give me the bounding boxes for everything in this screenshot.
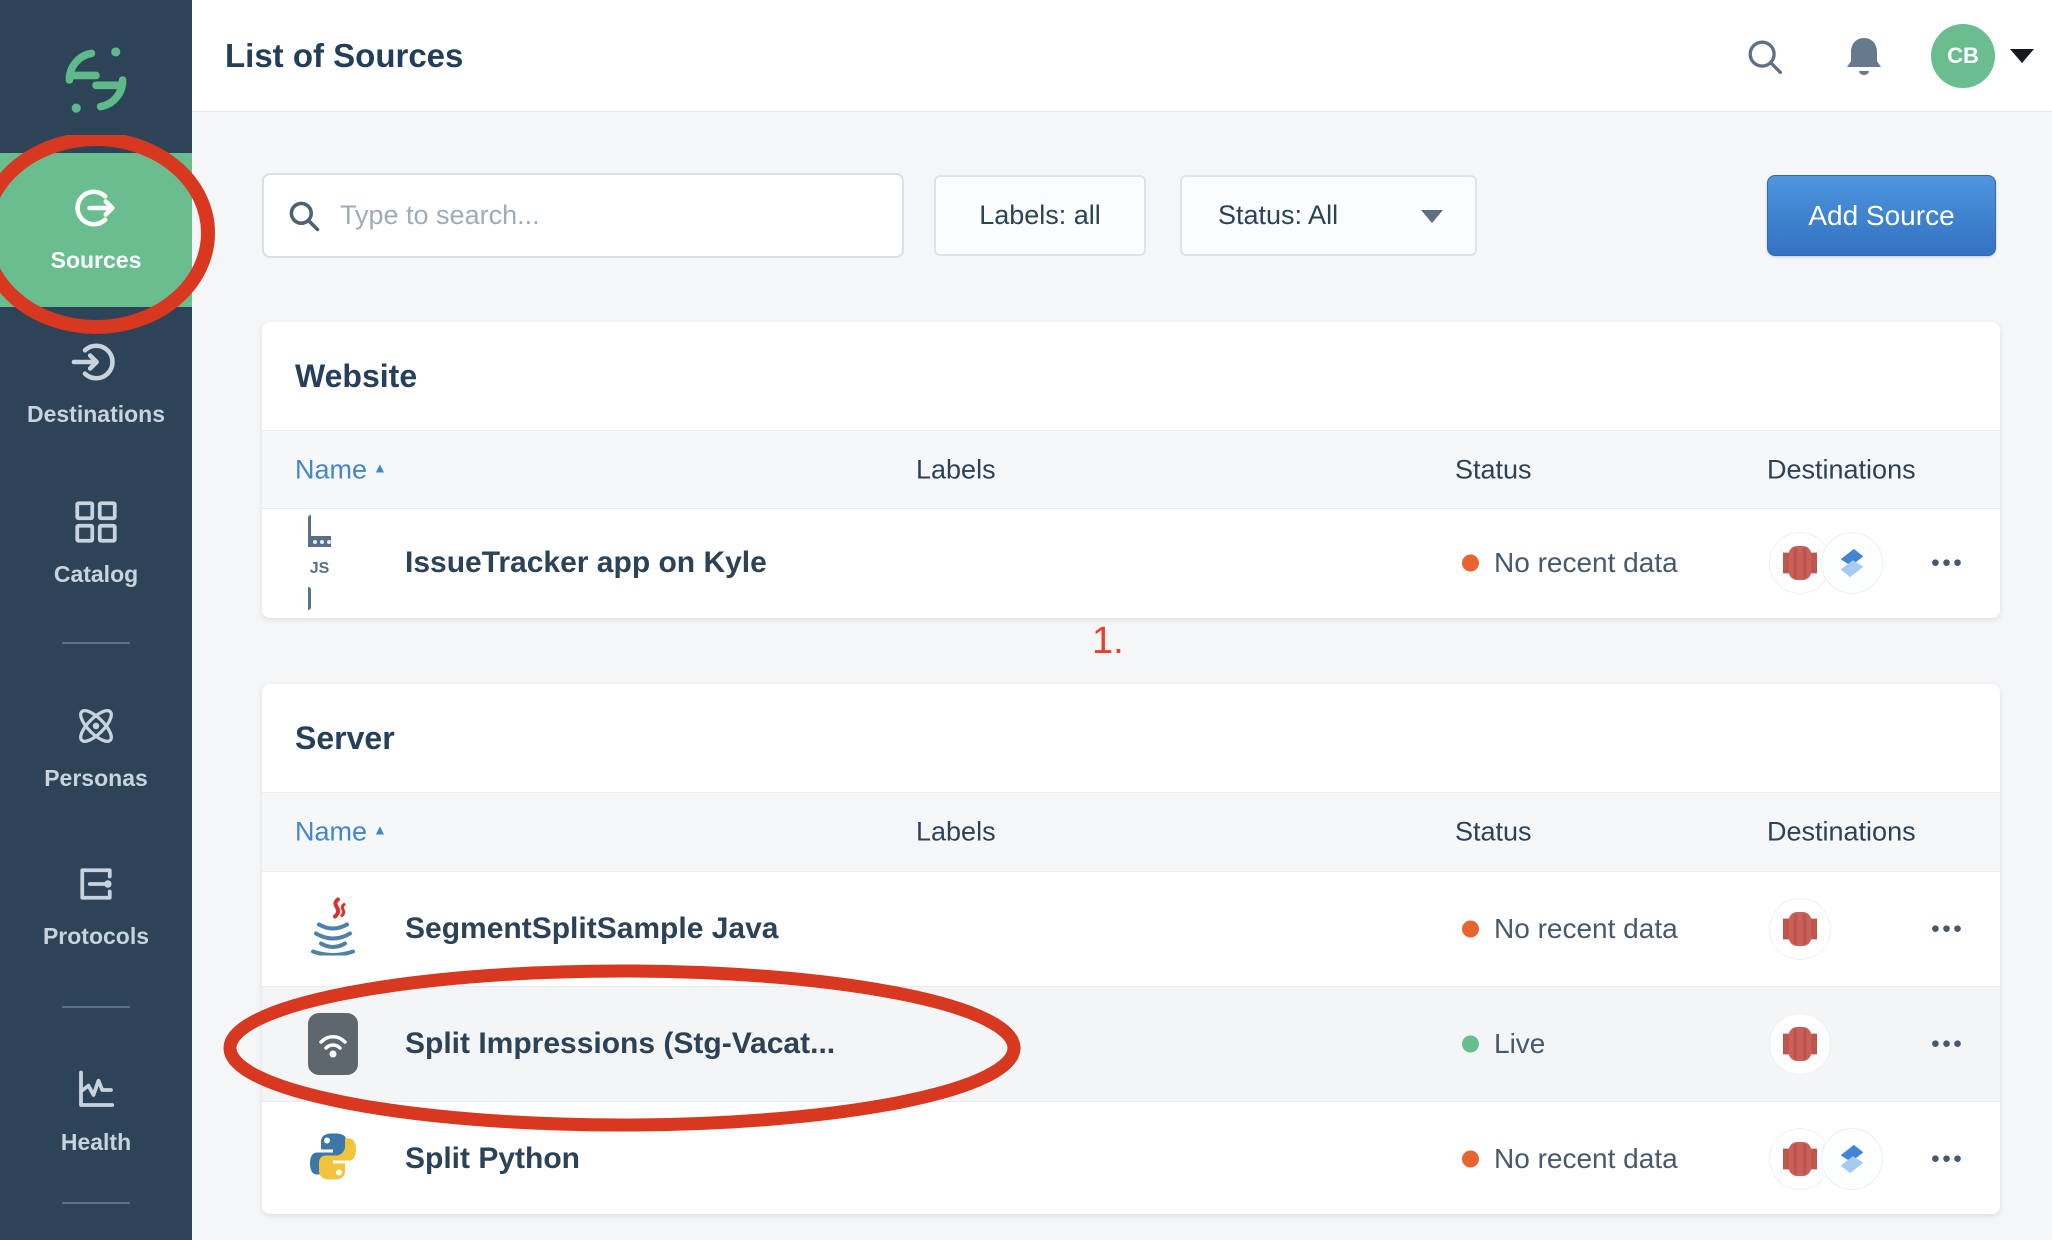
column-header-destinations: Destinations: [1767, 454, 1916, 485]
sidebar-item-label: Health: [61, 1129, 131, 1156]
sidebar-item-personas[interactable]: Personas: [0, 700, 192, 792]
health-chart-icon: [70, 1064, 122, 1116]
destination-split-icon[interactable]: [1821, 532, 1883, 594]
table-header: Name▲ Labels Status Destinations: [262, 792, 2000, 872]
sidebar-item-label: Protocols: [43, 923, 149, 950]
chevron-down-icon: [1421, 210, 1443, 223]
segment-logo-icon[interactable]: [58, 42, 134, 118]
sidebar-divider: [62, 1006, 130, 1008]
source-search-box: [262, 173, 904, 258]
status-dot: [1462, 1151, 1479, 1168]
table-row[interactable]: Split Python No recent data: [262, 1101, 2000, 1214]
column-header-destinations: Destinations: [1767, 817, 1916, 848]
sources-icon: [70, 182, 122, 234]
java-source-icon: [308, 898, 358, 961]
website-sources-card: Website Name▲ Labels Status Destinations…: [262, 322, 2000, 618]
sort-asc-icon: ▲: [373, 822, 387, 838]
table-header: Name▲ Labels Status Destinations: [262, 430, 2000, 509]
column-header-labels: Labels: [916, 454, 996, 485]
section-title: Website: [295, 322, 417, 430]
personas-atom-icon: [70, 700, 122, 752]
main-content: Labels: all Status: All Add Source Websi…: [192, 112, 2052, 1240]
status-dot: [1462, 921, 1479, 938]
section-title: Server: [295, 684, 395, 792]
status-filter-dropdown[interactable]: Status: All: [1180, 175, 1477, 256]
more-menu-icon[interactable]: •••: [1912, 550, 1984, 577]
column-header-status: Status: [1455, 454, 1532, 485]
status-dot: [1462, 555, 1479, 572]
table-row[interactable]: JS IssueTracker app on Kyle No recent da…: [262, 509, 2000, 617]
notifications-bell-icon[interactable]: [1842, 33, 1886, 81]
sidebar-divider: [62, 642, 130, 644]
status-text: No recent data: [1494, 547, 1678, 579]
sidebar-item-label: Catalog: [54, 561, 138, 588]
labels-filter-button[interactable]: Labels: all: [934, 175, 1146, 256]
source-name-link[interactable]: Split Python: [405, 1142, 580, 1176]
sidebar-item-sources[interactable]: Sources: [0, 153, 192, 307]
add-source-button[interactable]: Add Source: [1767, 175, 1996, 256]
sort-asc-icon: ▲: [373, 459, 387, 475]
topbar: List of Sources CB: [192, 0, 2052, 112]
sidebar-item-protocols[interactable]: Protocols: [0, 858, 192, 950]
destination-redshift-icon[interactable]: [1769, 898, 1831, 960]
protocols-icon: [70, 858, 122, 910]
sidebar-item-health[interactable]: Health: [0, 1064, 192, 1156]
status-text: No recent data: [1494, 913, 1678, 945]
more-menu-icon[interactable]: •••: [1912, 1146, 1984, 1173]
status-text: Live: [1494, 1028, 1545, 1060]
server-sources-card: Server Name▲ Labels Status Destinations: [262, 684, 2000, 1214]
catalog-grid-icon: [70, 496, 122, 548]
more-menu-icon[interactable]: •••: [1912, 916, 1984, 943]
more-menu-icon[interactable]: •••: [1912, 1031, 1984, 1058]
python-source-icon: [308, 1132, 358, 1187]
status-dot: [1462, 1036, 1479, 1053]
column-header-name[interactable]: Name▲: [295, 454, 387, 485]
account-menu-caret-icon[interactable]: [2010, 49, 2034, 63]
page-title: List of Sources: [225, 0, 463, 112]
table-row[interactable]: SegmentSplitSample Java No recent data •…: [262, 872, 2000, 986]
sidebar-divider: [62, 1202, 130, 1204]
sidebar-item-label: Sources: [51, 247, 142, 274]
sidebar: Sources Destinations Cata: [0, 0, 192, 1240]
source-name-link[interactable]: IssueTracker app on Kyle: [405, 546, 767, 580]
status-text: No recent data: [1494, 1143, 1678, 1175]
search-icon: [286, 198, 322, 234]
search-input[interactable]: [338, 199, 902, 232]
table-body: SegmentSplitSample Java No recent data •…: [262, 872, 2000, 1214]
column-header-status: Status: [1455, 817, 1532, 848]
column-header-name[interactable]: Name▲: [295, 817, 387, 848]
table-row[interactable]: Split Impressions (Stg-Vacat... Live •••: [262, 986, 2000, 1101]
sidebar-item-label: Personas: [44, 765, 148, 792]
source-name-link[interactable]: SegmentSplitSample Java: [405, 912, 778, 946]
sidebar-item-label: Destinations: [27, 401, 165, 428]
source-name-link[interactable]: Split Impressions (Stg-Vacat...: [405, 1027, 835, 1061]
sidebar-item-catalog[interactable]: Catalog: [0, 496, 192, 588]
column-header-labels: Labels: [916, 817, 996, 848]
wifi-device-source-icon: [308, 1013, 358, 1075]
search-icon[interactable]: [1744, 36, 1786, 78]
sidebar-item-destinations[interactable]: Destinations: [0, 336, 192, 428]
destination-redshift-icon[interactable]: [1769, 1013, 1831, 1075]
javascript-source-icon: JS: [308, 518, 331, 608]
table-body: JS IssueTracker app on Kyle No recent da…: [262, 509, 2000, 617]
avatar[interactable]: CB: [1931, 24, 1995, 88]
app: Sources Destinations Cata: [0, 0, 2052, 1240]
annotation-step-number: 1.: [1092, 620, 1124, 663]
destination-split-icon[interactable]: [1821, 1128, 1883, 1190]
destinations-icon: [70, 336, 122, 388]
status-filter-value: Status: All: [1218, 200, 1338, 231]
